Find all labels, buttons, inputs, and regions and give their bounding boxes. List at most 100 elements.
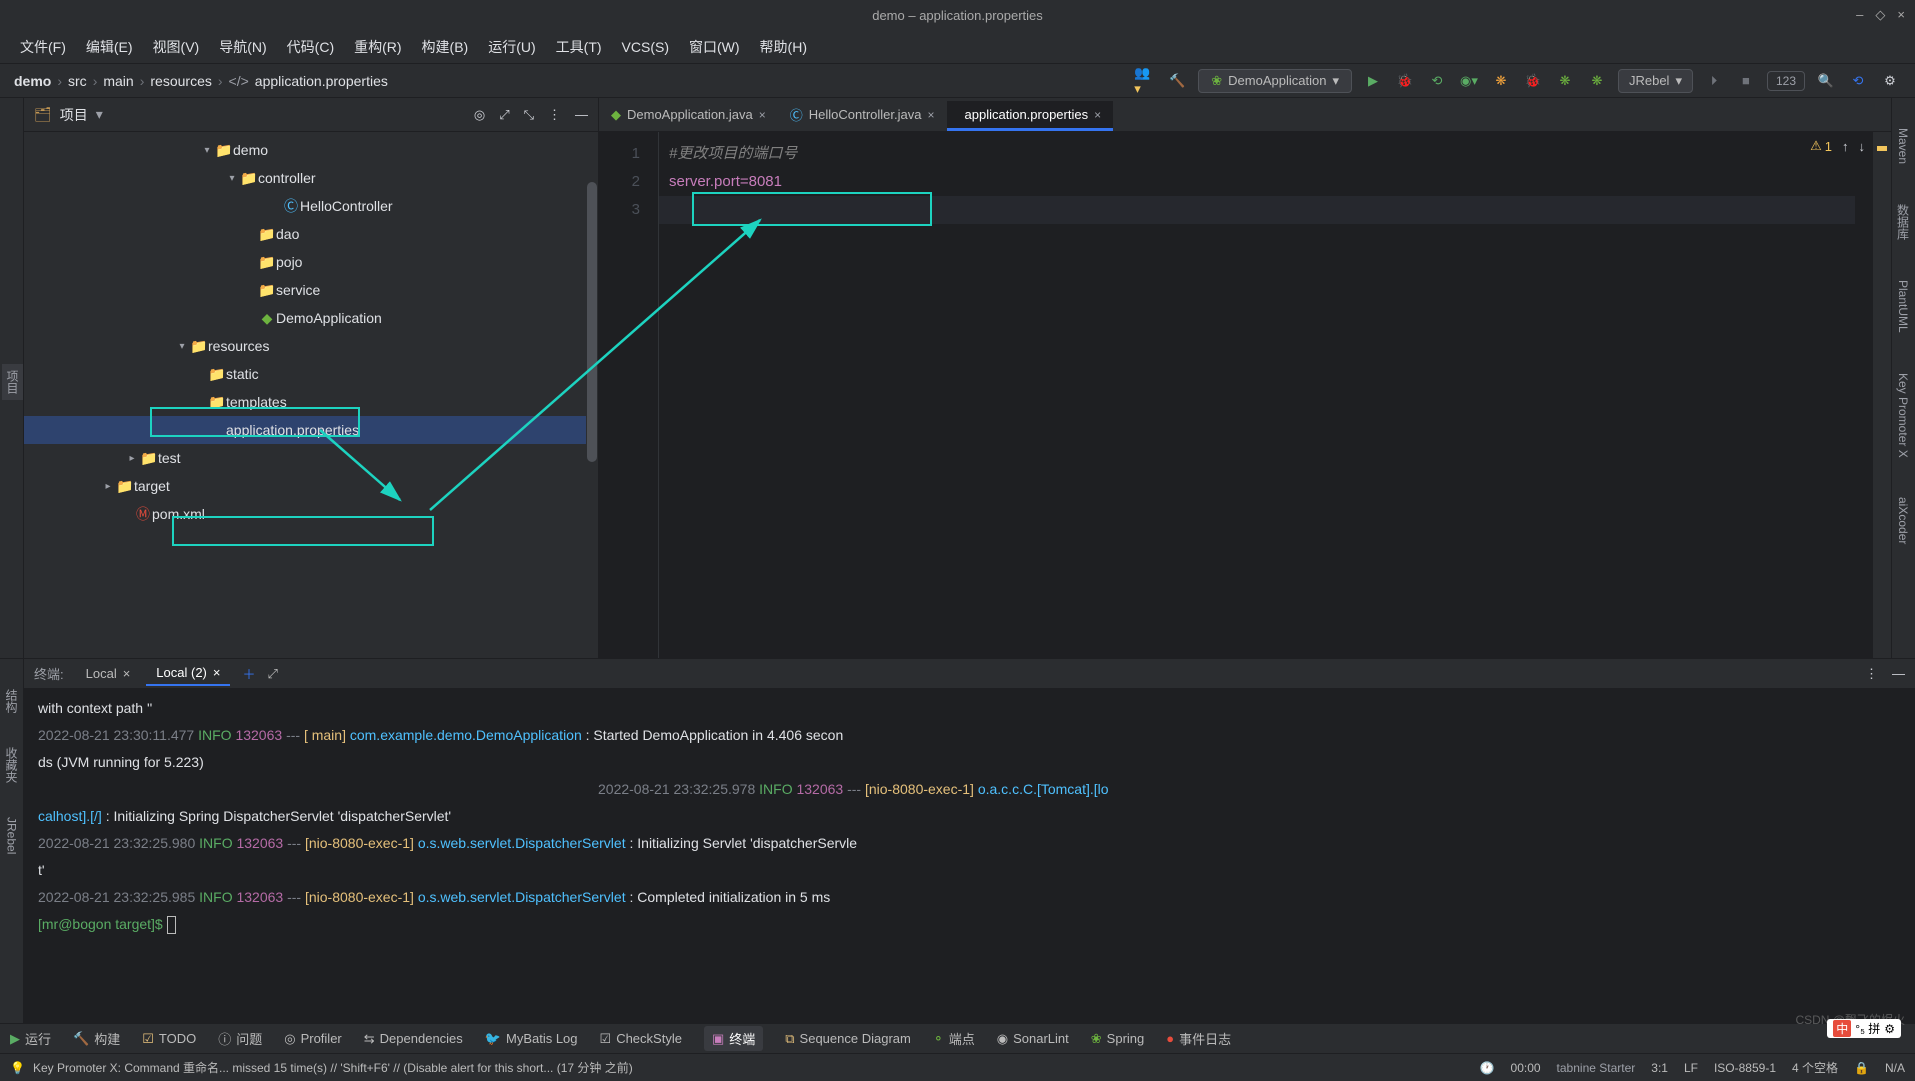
- menu-navigate[interactable]: 导航(N): [209, 33, 276, 61]
- maximize-icon[interactable]: ◇: [1875, 7, 1885, 23]
- bottom-tool--[interactable]: 🔨构建: [73, 1029, 120, 1048]
- structure-tool[interactable]: 结构: [3, 689, 20, 713]
- close-icon[interactable]: ×: [213, 665, 221, 680]
- menu-tools[interactable]: 工具(T): [546, 33, 612, 61]
- tree-node-pojo[interactable]: 📁pojo: [24, 248, 598, 276]
- menu-run[interactable]: 运行(U): [478, 33, 545, 61]
- coverage-icon[interactable]: ⟲: [1426, 70, 1448, 92]
- expand-terminal-icon[interactable]: ⤢: [267, 666, 277, 682]
- bottom-tool-Sequence-Diagram[interactable]: ⧉Sequence Diagram: [785, 1031, 911, 1047]
- breadcrumb-root[interactable]: demo: [14, 73, 51, 89]
- status-indent[interactable]: 4 个空格: [1792, 1059, 1838, 1076]
- plantuml-tool[interactable]: PlantUML: [1896, 280, 1910, 333]
- editor-tab-application-properties[interactable]: application.properties×: [947, 101, 1114, 131]
- keypromoter-tool[interactable]: Key Promoter X: [1896, 373, 1910, 458]
- bottom-tool-Dependencies[interactable]: ⇆Dependencies: [364, 1031, 463, 1047]
- hammer-icon[interactable]: 🔨: [1166, 70, 1188, 92]
- tree-node-test[interactable]: ▸📁test: [24, 444, 598, 472]
- close-icon[interactable]: ×: [1094, 108, 1101, 122]
- menu-refactor[interactable]: 重构(R): [344, 33, 411, 61]
- code-area[interactable]: #更改项目的端口号 server.port=8081: [659, 132, 1873, 658]
- tree-node-controller[interactable]: ▾📁controller: [24, 164, 598, 192]
- menu-edit[interactable]: 编辑(E): [76, 33, 143, 61]
- hide-icon[interactable]: —: [575, 107, 588, 122]
- bottom-tool-TODO[interactable]: ☑TODO: [142, 1031, 196, 1047]
- close-icon[interactable]: ×: [123, 666, 131, 681]
- run-icon[interactable]: ▶: [1362, 70, 1384, 92]
- run-configuration-select[interactable]: ❀ DemoApplication ▾: [1198, 69, 1352, 93]
- tree-arrow-icon[interactable]: ▸: [124, 453, 140, 464]
- tree-node-templates[interactable]: 📁templates: [24, 388, 598, 416]
- jrebel-tool[interactable]: JRebel: [5, 817, 19, 854]
- menu-vcs[interactable]: VCS(S): [612, 35, 679, 59]
- tree-node-service[interactable]: 📁service: [24, 276, 598, 304]
- close-icon[interactable]: ×: [759, 108, 766, 122]
- xrebel-run-icon[interactable]: ❋: [1554, 70, 1576, 92]
- terminal-tab-local[interactable]: Local×: [76, 662, 141, 685]
- collapse-icon[interactable]: ⤡: [524, 107, 534, 123]
- bottom-tool--[interactable]: ▶运行: [10, 1029, 51, 1048]
- debug-icon[interactable]: 🐞: [1394, 70, 1416, 92]
- left-tool-stripe[interactable]: 项目: [0, 98, 24, 658]
- terminal-output[interactable]: with context path ''2022-08-21 23:30:11.…: [24, 689, 1915, 1023]
- expand-icon[interactable]: ⤢: [499, 107, 509, 123]
- bottom-tool--[interactable]: ▣终端: [704, 1026, 763, 1051]
- menu-view[interactable]: 视图(V): [143, 33, 210, 61]
- editor-tab-DemoApplication-java[interactable]: ◆DemoApplication.java×: [599, 101, 778, 131]
- hide-icon[interactable]: —: [1892, 666, 1905, 682]
- tree-scrollbar[interactable]: [586, 132, 598, 658]
- editor-minimap[interactable]: [1873, 132, 1891, 658]
- bottom-tool-CheckStyle[interactable]: ☑CheckStyle: [600, 1031, 682, 1047]
- bottom-tool-Profiler[interactable]: ◎Profiler: [284, 1031, 342, 1047]
- new-terminal-icon[interactable]: ＋: [236, 664, 261, 683]
- chevron-down-icon[interactable]: ▾: [96, 106, 103, 123]
- tree-node-pom-xml[interactable]: Ⓜpom.xml: [24, 500, 598, 528]
- tree-arrow-icon[interactable]: ▾: [199, 145, 215, 156]
- status-position[interactable]: 3:1: [1651, 1061, 1668, 1075]
- aixcoder-tool[interactable]: aiXcoder: [1896, 497, 1910, 544]
- project-tool-tab[interactable]: 项目: [2, 364, 23, 400]
- editor-body[interactable]: 1 2 3 #更改项目的端口号 server.port=8081: [599, 132, 1891, 658]
- target-icon[interactable]: ◎: [474, 107, 485, 123]
- status-tabnine[interactable]: tabnine Starter: [1557, 1061, 1636, 1075]
- tree-arrow-icon[interactable]: ▾: [224, 173, 240, 184]
- gear-icon[interactable]: ⚙: [1884, 1022, 1895, 1036]
- terminal-tab-local2[interactable]: Local (2)×: [146, 661, 230, 686]
- database-tool[interactable]: 数据库: [1895, 204, 1912, 240]
- bottom-tool-SonarLint[interactable]: ◉SonarLint: [997, 1031, 1069, 1047]
- bottom-tool--[interactable]: ●事件日志: [1166, 1029, 1231, 1048]
- bottom-tool--[interactable]: ⓘ问题: [218, 1029, 262, 1048]
- counter-box[interactable]: 123: [1767, 71, 1805, 91]
- jrebel-run-icon[interactable]: ❋: [1490, 70, 1512, 92]
- status-encoding[interactable]: ISO-8859-1: [1714, 1061, 1776, 1075]
- tree-arrow-icon[interactable]: ▾: [174, 341, 190, 352]
- maven-tool[interactable]: Maven: [1896, 128, 1910, 164]
- codewithme-icon[interactable]: 👥▾: [1134, 70, 1156, 92]
- more-icon[interactable]: ⋮: [548, 107, 561, 123]
- tree-node-static[interactable]: 📁static: [24, 360, 598, 388]
- breadcrumb-resources[interactable]: resources: [150, 73, 211, 89]
- menu-file[interactable]: 文件(F): [10, 33, 76, 61]
- editor-tab-HelloController-java[interactable]: ⒸHelloController.java×: [778, 101, 947, 131]
- xrebel-debug-icon[interactable]: ❋: [1586, 70, 1608, 92]
- menu-window[interactable]: 窗口(W): [679, 33, 750, 61]
- profile-icon[interactable]: ◉▾: [1458, 70, 1480, 92]
- breadcrumb-file[interactable]: application.properties: [255, 73, 388, 89]
- tree-node-resources[interactable]: ▾📁resources: [24, 332, 598, 360]
- jrebel-select[interactable]: JRebel ▾: [1618, 69, 1693, 93]
- more-icon[interactable]: ⋮: [1865, 666, 1878, 682]
- minimize-icon[interactable]: –: [1856, 7, 1863, 23]
- close-icon[interactable]: ×: [928, 108, 935, 122]
- tree-arrow-icon[interactable]: ▸: [100, 481, 116, 492]
- menu-build[interactable]: 构建(B): [412, 33, 479, 61]
- stop-icon[interactable]: ■: [1735, 70, 1757, 92]
- tree-node-dao[interactable]: 📁dao: [24, 220, 598, 248]
- tree-node-HelloController[interactable]: ⒸHelloController: [24, 192, 598, 220]
- tree-node-application-properties[interactable]: application.properties: [24, 416, 598, 444]
- lock-icon[interactable]: 🔒: [1854, 1061, 1869, 1075]
- bottom-tool--[interactable]: ⚬端点: [933, 1029, 975, 1048]
- breadcrumb-src[interactable]: src: [68, 73, 87, 89]
- tree-node-DemoApplication[interactable]: ◆DemoApplication: [24, 304, 598, 332]
- favorites-tool[interactable]: 收藏夹: [3, 747, 20, 783]
- sync-icon[interactable]: ⟲: [1847, 70, 1869, 92]
